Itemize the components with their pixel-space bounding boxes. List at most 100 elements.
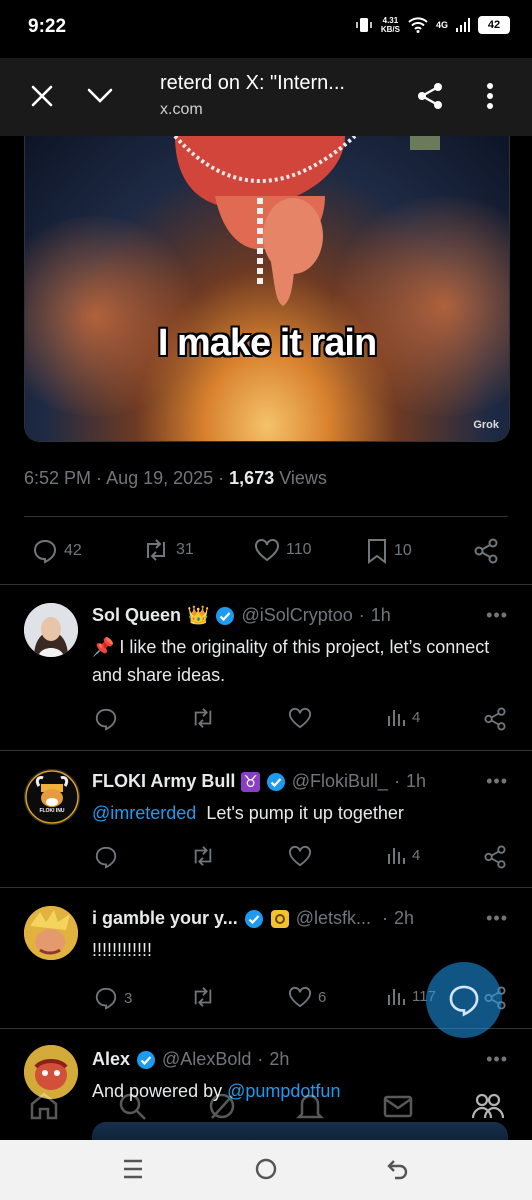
reply-icon: [95, 708, 117, 731]
repost-button[interactable]: [190, 986, 216, 1008]
bookmark-button[interactable]: 10: [366, 538, 412, 564]
more-icon[interactable]: •••: [486, 908, 508, 929]
status-bar: 9:22 4.31 KB/S 4G 42: [0, 0, 532, 58]
reply-time: 2h: [269, 1049, 290, 1069]
share-button[interactable]: [484, 845, 506, 869]
figure-illustration: [173, 136, 440, 306]
like-button[interactable]: 6: [288, 986, 326, 1008]
avatar[interactable]: [24, 906, 78, 960]
like-icon: [289, 986, 311, 1008]
reply-button[interactable]: 42: [32, 538, 82, 564]
tweet-meta: 6:52 PM · Aug 19, 2025 · 1,673 Views: [24, 468, 327, 488]
views-icon: [388, 710, 405, 726]
avatar[interactable]: [24, 603, 78, 657]
verified-badge-icon: [216, 606, 235, 625]
like-button[interactable]: 110: [254, 538, 312, 562]
share-button[interactable]: [410, 76, 450, 116]
reply-author-name[interactable]: Alex: [92, 1049, 130, 1070]
verified-badge-icon: [266, 772, 285, 791]
bottom-navigation: [0, 1074, 532, 1140]
affiliate-badge-icon: [270, 909, 289, 928]
reply-author-name[interactable]: i gamble your y...: [92, 908, 238, 929]
repost-button[interactable]: [190, 707, 216, 729]
compose-reply-button[interactable]: [426, 962, 502, 1038]
battery-level: 42: [478, 16, 510, 34]
back-icon[interactable]: [386, 1157, 410, 1181]
views-label: Views: [279, 468, 327, 488]
status-icons: 4.31 KB/S 4G 42: [355, 16, 510, 34]
reply-item[interactable]: Sol Queen 👑 @iSolCryptoo · 1h ••• 📌 I li…: [0, 585, 532, 750]
reply-time: 1h: [406, 771, 427, 791]
collapse-button[interactable]: [80, 76, 120, 116]
vibrate-icon: [356, 18, 372, 32]
views-count: 1,673: [229, 468, 275, 488]
reply-header: Sol Queen 👑 @iSolCryptoo · 1h: [92, 605, 391, 626]
reply-author-handle[interactable]: @AlexBold: [162, 1049, 251, 1070]
repost-button[interactable]: [190, 845, 216, 867]
more-options-button[interactable]: [470, 76, 510, 116]
tweet-date[interactable]: Aug 19, 2025: [106, 468, 213, 488]
home-button-icon[interactable]: [254, 1157, 278, 1181]
share-tweet-button[interactable]: [474, 538, 498, 564]
status-time: 9:22: [28, 16, 67, 37]
reply-author-handle[interactable]: @FlokiBull_: [292, 771, 388, 792]
browser-toolbar: reterd on X: "Intern... x.com: [0, 58, 532, 136]
taurus-emoji: ♉: [241, 771, 260, 792]
notifications-icon[interactable]: [294, 1090, 326, 1122]
close-icon: [31, 85, 53, 107]
views-button[interactable]: 4: [386, 707, 420, 727]
views-icon: [388, 848, 405, 864]
like-button[interactable]: [288, 845, 312, 867]
repost-button[interactable]: 31: [142, 538, 194, 562]
like-icon: [255, 539, 279, 562]
more-icon[interactable]: •••: [486, 771, 508, 792]
like-count: 110: [286, 541, 312, 558]
verified-badge-icon: [137, 1050, 156, 1069]
reply-author-name[interactable]: FLOKI Army Bull: [92, 771, 235, 792]
avatar[interactable]: FLOKI INU: [24, 769, 80, 825]
reply-text: @imreterded Let's pump it up together: [92, 803, 404, 823]
search-icon[interactable]: [116, 1090, 148, 1122]
reply-author-handle[interactable]: @iSolCryptoo: [241, 605, 352, 626]
reply-count: 42: [64, 542, 82, 559]
crown-emoji: 👑: [187, 605, 210, 625]
more-vert-icon: [487, 83, 493, 109]
messages-icon[interactable]: [382, 1090, 414, 1122]
reply-icon: [95, 987, 117, 1010]
divider: [24, 516, 508, 517]
share-button[interactable]: [484, 707, 506, 731]
repost-icon: [194, 846, 212, 866]
share-icon: [484, 845, 506, 869]
system-navigation-bar: [0, 1140, 532, 1200]
reply-icon: [33, 539, 57, 564]
mention-link[interactable]: @imreterded: [92, 803, 196, 823]
tweet-image[interactable]: I make it rain Grok: [24, 136, 510, 442]
reply-text: 📌 I like the originality of this project…: [92, 637, 490, 685]
recent-apps-icon[interactable]: [122, 1157, 144, 1181]
views-button[interactable]: 4: [386, 845, 420, 865]
bookmark-count: 10: [394, 542, 412, 559]
close-button[interactable]: [22, 76, 62, 116]
more-icon[interactable]: •••: [486, 1049, 508, 1070]
views-count: 4: [412, 708, 421, 726]
reply-button[interactable]: [94, 845, 118, 869]
grok-icon[interactable]: [206, 1090, 238, 1122]
communities-icon[interactable]: [470, 1090, 506, 1122]
reply-button[interactable]: [94, 707, 118, 731]
more-icon[interactable]: •••: [486, 605, 508, 626]
like-count: 6: [318, 988, 327, 1006]
grok-watermark: Grok: [473, 419, 499, 431]
reply-author-handle[interactable]: @letsfk...: [296, 908, 371, 929]
repost-icon: [194, 987, 212, 1007]
reply-header: Alex @AlexBold · 2h: [92, 1049, 290, 1070]
page-url: x.com: [160, 101, 203, 118]
reply-button[interactable]: 3: [94, 986, 132, 1010]
reply-header: i gamble your y... @letsfk... · 2h: [92, 908, 415, 929]
like-button[interactable]: [288, 707, 312, 729]
repost-icon: [147, 539, 165, 561]
reply-author-name[interactable]: Sol Queen: [92, 605, 181, 626]
views-count: 4: [412, 846, 421, 864]
home-icon[interactable]: [28, 1090, 60, 1122]
reply-item[interactable]: FLOKI INU FLOKI Army Bull ♉ @FlokiBull_ …: [0, 751, 532, 887]
tweet-time[interactable]: 6:52 PM: [24, 468, 91, 488]
